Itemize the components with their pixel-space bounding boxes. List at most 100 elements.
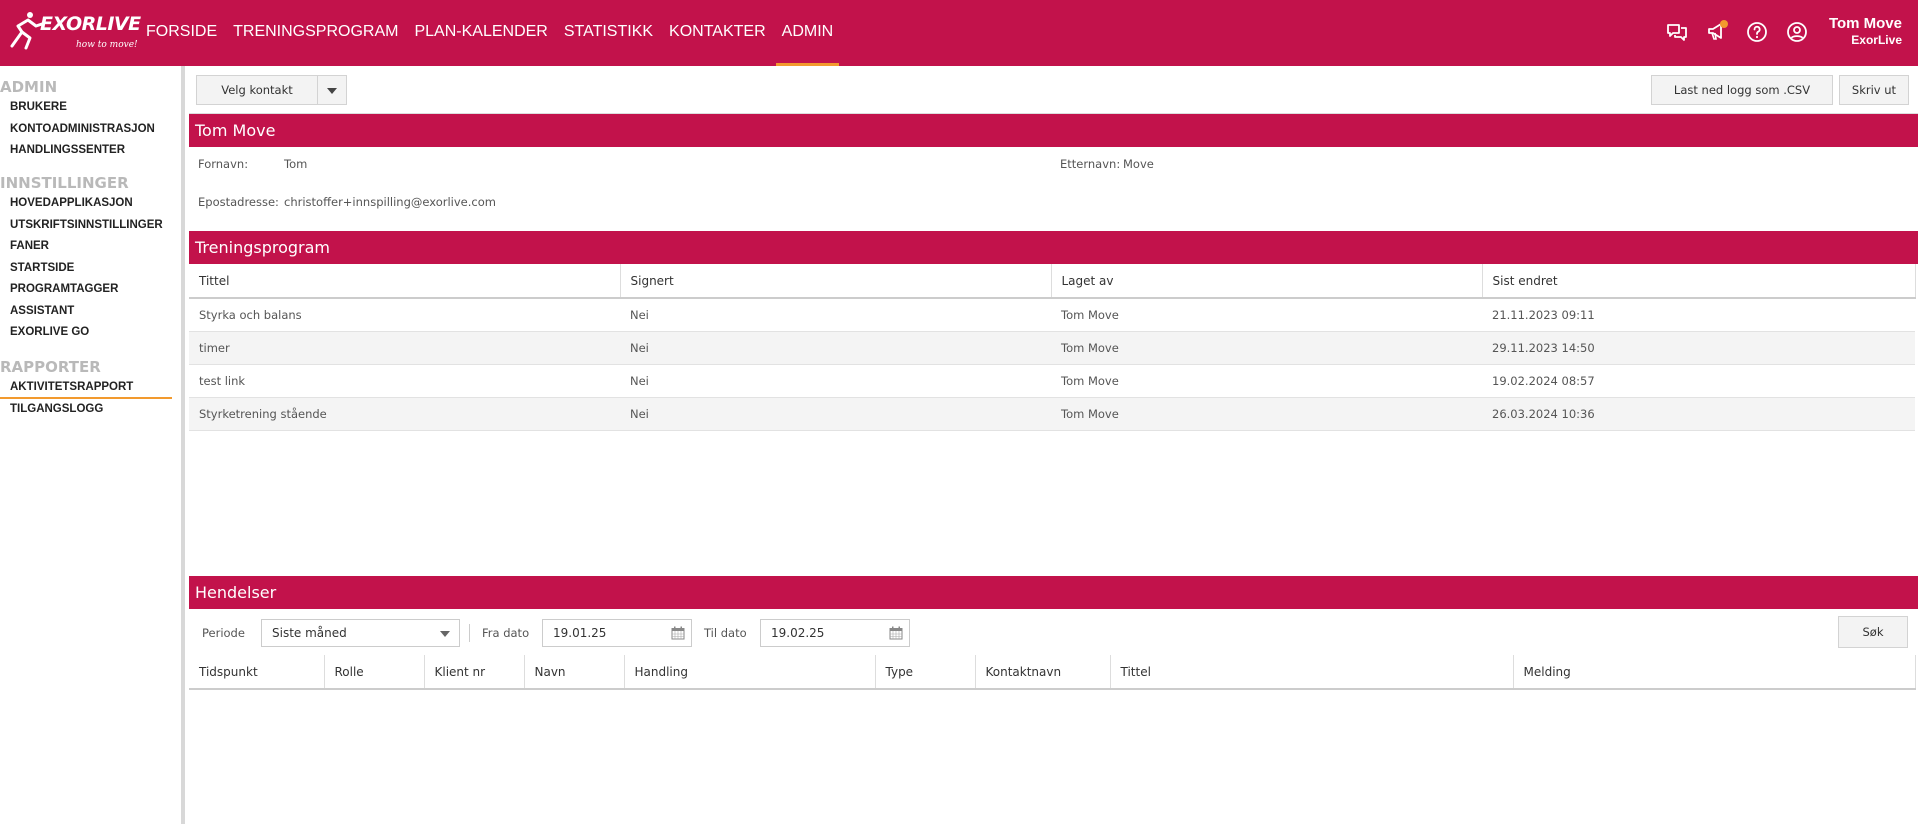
nav-forside[interactable]: FORSIDE <box>138 0 225 66</box>
from-date-label: Fra dato <box>482 626 530 640</box>
user-circle-icon[interactable] <box>1785 20 1809 44</box>
help-icon[interactable] <box>1745 20 1769 44</box>
col-navn[interactable]: Navn <box>524 655 625 690</box>
period-label: Periode <box>202 626 245 640</box>
col-laget-av[interactable]: Laget av <box>1051 264 1483 299</box>
sidebar-item-faner[interactable]: FANER <box>0 236 181 258</box>
email-label: Epostadresse: <box>198 195 279 209</box>
main-content: Velg kontakt Last ned logg som .CSV Skri… <box>189 66 1918 824</box>
search-button[interactable]: Søk <box>1838 616 1908 648</box>
cell-signed: Nei <box>620 397 1051 431</box>
report-toolbar: Velg kontakt Last ned logg som .CSV Skri… <box>189 66 1918 114</box>
logo-text: EXORLIVE <box>40 13 141 35</box>
cell-author: Tom Move <box>1051 364 1482 398</box>
sidebar-section-admin: ADMIN <box>0 78 58 96</box>
programs-table: Tittel Signert Laget av Sist endret Styr… <box>189 264 1916 431</box>
cell-title: test link <box>189 364 620 398</box>
cell-author: Tom Move <box>1051 331 1482 365</box>
main-nav: FORSIDE TRENINGSPROGRAM PLAN-KALENDER ST… <box>138 0 841 66</box>
nav-statistikk[interactable]: STATISTIKK <box>556 0 661 66</box>
col-melding[interactable]: Melding <box>1513 655 1916 690</box>
col-signert[interactable]: Signert <box>620 264 1052 299</box>
to-date-value: 19.02.25 <box>771 626 825 640</box>
calendar-icon[interactable] <box>889 626 903 640</box>
events-header: Hendelser <box>189 576 1918 609</box>
cell-signed: Nei <box>620 298 1051 332</box>
sidebar-item-startside[interactable]: STARTSIDE <box>0 258 181 280</box>
to-date-input[interactable]: 19.02.25 <box>760 619 910 647</box>
cell-title: timer <box>189 331 620 365</box>
chat-icon[interactable] <box>1665 20 1689 44</box>
programs-header-row: Tittel Signert Laget av Sist endret <box>189 264 1916 299</box>
cell-modified: 19.02.2024 08:57 <box>1482 364 1915 398</box>
col-rolle[interactable]: Rolle <box>324 655 425 690</box>
table-row[interactable]: Styrka och balans Nei Tom Move 21.11.202… <box>189 298 1915 332</box>
sidebar-item-tilgangslogg[interactable]: TILGANGSLOGG <box>0 399 181 421</box>
cell-signed: Nei <box>620 331 1051 365</box>
sidebar-item-aktivitetsrapport[interactable]: AKTIVITETSRAPPORT <box>0 377 172 399</box>
sidebar-item-kontoadministrasjon[interactable]: KONTOADMINISTRASJON <box>0 119 181 141</box>
contact-header: Tom Move <box>189 114 1918 147</box>
logo-tagline: how to move! <box>76 40 138 50</box>
period-select-value: Siste måned <box>272 626 347 640</box>
last-name-label: Etternavn: <box>1060 157 1121 171</box>
print-button[interactable]: Skriv ut <box>1839 75 1909 105</box>
col-type[interactable]: Type <box>875 655 976 690</box>
events-table: Tidspunkt Rolle Klient nr Navn Handling … <box>189 655 1916 690</box>
programs-header: Treningsprogram <box>189 231 1918 264</box>
select-contact-dropdown-button[interactable] <box>317 75 347 105</box>
cell-modified: 21.11.2023 09:11 <box>1482 298 1915 332</box>
col-tidspunkt[interactable]: Tidspunkt <box>189 655 325 690</box>
nav-admin[interactable]: ADMIN <box>774 0 842 66</box>
first-name-value: Tom <box>284 157 308 171</box>
col-handling[interactable]: Handling <box>624 655 876 690</box>
nav-plan-kalender[interactable]: PLAN-KALENDER <box>406 0 555 66</box>
sidebar-item-assistant[interactable]: ASSISTANT <box>0 301 181 323</box>
col-klient-nr[interactable]: Klient nr <box>424 655 525 690</box>
table-row[interactable]: timer Nei Tom Move 29.11.2023 14:50 <box>189 331 1915 365</box>
from-date-input[interactable]: 19.01.25 <box>542 619 692 647</box>
user-menu[interactable]: Tom Move ExorLive <box>1829 15 1902 48</box>
sidebar-section-innstillinger: INNSTILLINGER <box>0 174 129 192</box>
exorlive-logo[interactable]: EXORLIVE how to move! <box>6 10 142 54</box>
sidebar: ADMIN BRUKERE KONTOADMINISTRASJON HANDLI… <box>0 66 185 824</box>
to-date-label: Til dato <box>704 626 747 640</box>
sidebar-item-handlingssenter[interactable]: HANDLINGSSENTER <box>0 140 181 162</box>
user-org: ExorLive <box>1851 33 1902 47</box>
sidebar-section-rapporter: RAPPORTER <box>0 358 101 376</box>
user-name: Tom Move <box>1828 15 1902 32</box>
table-row[interactable]: Styrketrening stående Nei Tom Move 26.03… <box>189 397 1915 431</box>
chevron-down-icon <box>440 631 450 637</box>
sidebar-item-utskriftsinnstillinger[interactable]: UTSKRIFTSINNSTILLINGER <box>0 215 181 237</box>
calendar-icon[interactable] <box>671 626 685 640</box>
last-name-value: Move <box>1123 157 1154 171</box>
period-select[interactable]: Siste måned <box>261 619 460 647</box>
sidebar-item-brukere[interactable]: BRUKERE <box>0 97 181 119</box>
sidebar-item-exorlive-go[interactable]: EXORLIVE GO <box>0 322 181 344</box>
cell-author: Tom Move <box>1051 397 1482 431</box>
cell-author: Tom Move <box>1051 298 1482 332</box>
sidebar-item-programtagger[interactable]: PROGRAMTAGGER <box>0 279 181 301</box>
filter-divider <box>469 624 470 642</box>
table-row[interactable]: test link Nei Tom Move 19.02.2024 08:57 <box>189 364 1915 398</box>
sidebar-item-hovedapplikasjon[interactable]: HOVEDAPPLIKASJON <box>0 193 181 215</box>
col-kontaktnavn[interactable]: Kontaktnavn <box>975 655 1111 690</box>
cell-modified: 26.03.2024 10:36 <box>1482 397 1915 431</box>
nav-treningsprogram[interactable]: TRENINGSPROGRAM <box>225 0 406 66</box>
select-contact-button[interactable]: Velg kontakt <box>196 75 318 105</box>
cell-signed: Nei <box>620 364 1051 398</box>
chevron-down-icon <box>327 87 337 94</box>
from-date-value: 19.01.25 <box>553 626 607 640</box>
header-icons <box>1665 20 1825 46</box>
col-tittel[interactable]: Tittel <box>1110 655 1514 690</box>
top-bar: EXORLIVE how to move! FORSIDE TRENINGSPR… <box>0 0 1918 66</box>
megaphone-icon[interactable] <box>1705 20 1729 44</box>
nav-kontakter[interactable]: KONTAKTER <box>661 0 774 66</box>
first-name-label: Fornavn: <box>198 157 249 171</box>
cell-title: Styrketrening stående <box>189 397 620 431</box>
col-tittel[interactable]: Tittel <box>189 264 621 299</box>
col-sist-endret[interactable]: Sist endret <box>1482 264 1916 299</box>
download-csv-button[interactable]: Last ned logg som .CSV <box>1651 75 1833 105</box>
email-value: christoffer+innspilling@exorlive.com <box>284 195 496 209</box>
cell-title: Styrka och balans <box>189 298 620 332</box>
